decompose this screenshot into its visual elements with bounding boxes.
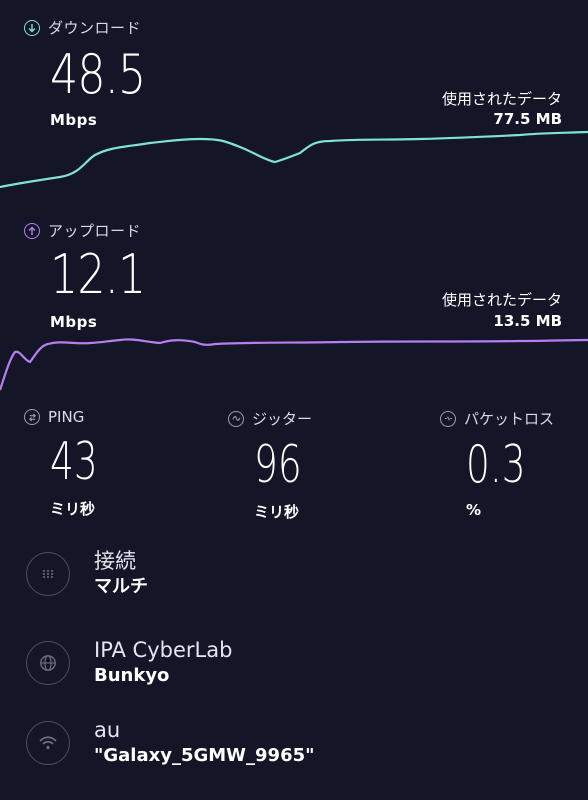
upload-used-data-value: 13.5 MB xyxy=(493,312,562,330)
download-speed-line xyxy=(0,130,588,189)
server-name: IPA CyberLab xyxy=(94,638,233,662)
ping-icon xyxy=(24,409,40,425)
upload-used-data-label: 使用されたデータ xyxy=(441,291,562,309)
upload-header: アップロード xyxy=(24,220,141,241)
ping-value: 43 xyxy=(50,432,98,492)
packet-loss-unit: % xyxy=(466,501,482,519)
network-ssid: "Galaxy_5GMW_9965" xyxy=(94,745,315,767)
network-row[interactable]: au "Galaxy_5GMW_9965" xyxy=(26,718,315,768)
upload-speed-line xyxy=(0,338,588,391)
packet-loss-icon xyxy=(440,410,456,427)
download-speed-value: 48.5 xyxy=(50,43,146,106)
connections-icon xyxy=(26,552,70,597)
jitter-block: ジッター 96 ミリ秒 xyxy=(228,408,408,522)
ping-unit: ミリ秒 xyxy=(50,500,96,518)
jitter-icon xyxy=(228,410,244,427)
ping-title: PING xyxy=(48,408,85,426)
download-header: ダウンロード xyxy=(24,17,141,38)
upload-unit: Mbps xyxy=(50,313,98,331)
packet-loss-title: パケットロス xyxy=(464,410,555,428)
upload-speed-value: 12.1 xyxy=(50,243,146,306)
download-used-data-label: 使用されたデータ xyxy=(441,90,562,108)
connection-label: 接続 xyxy=(94,549,136,573)
ping-block: PING 43 ミリ秒 xyxy=(24,408,204,519)
connection-row[interactable]: 接続 マルチ xyxy=(26,549,148,599)
upload-title: アップロード xyxy=(48,222,142,240)
jitter-unit: ミリ秒 xyxy=(254,503,300,521)
packet-loss-block: パケットロス 0.3 % xyxy=(440,408,580,519)
download-speed-graph xyxy=(0,130,588,189)
download-arrow-icon xyxy=(24,19,40,36)
download-title: ダウンロード xyxy=(48,19,142,37)
jitter-value: 96 xyxy=(254,435,302,495)
wifi-icon xyxy=(26,721,70,766)
connection-value: マルチ xyxy=(94,576,148,598)
packet-loss-value: 0.3 xyxy=(466,435,526,495)
carrier-name: au xyxy=(94,718,121,742)
globe-icon xyxy=(26,641,70,686)
jitter-title: ジッター xyxy=(252,410,313,428)
server-row[interactable]: IPA CyberLab Bunkyo xyxy=(26,638,232,688)
upload-arrow-icon xyxy=(24,222,40,239)
upload-speed-graph xyxy=(0,338,588,391)
server-location: Bunkyo xyxy=(94,665,170,687)
